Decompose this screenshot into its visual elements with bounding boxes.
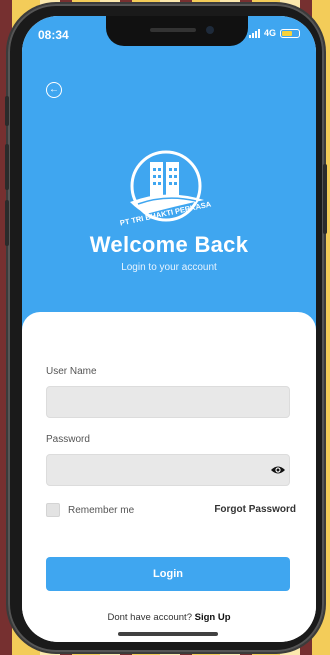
volume-up-button [5, 144, 9, 190]
eye-icon[interactable] [270, 464, 286, 476]
login-button[interactable]: Login [46, 557, 290, 591]
front-camera [206, 26, 214, 34]
battery-icon [280, 28, 300, 38]
power-button [323, 164, 327, 234]
remember-me-checkbox[interactable] [46, 503, 60, 517]
home-indicator [118, 632, 218, 636]
arrow-left-circle-icon[interactable]: ← [46, 82, 62, 98]
status-indicators: 4G [248, 28, 300, 38]
forgot-password-link[interactable]: Forgot Password [214, 504, 296, 515]
signup-row: Dont have account? Sign Up [22, 612, 316, 623]
status-time: 08:34 [38, 28, 69, 42]
header-area: 08:34 4G ← PT TRI BHAKTI PERKASA Welcome… [22, 16, 316, 356]
password-label: Password [46, 434, 90, 445]
speaker [150, 28, 196, 32]
app-screen: 08:34 4G ← PT TRI BHAKTI PERKASA Welcome… [22, 16, 316, 642]
username-input[interactable] [46, 386, 290, 418]
remember-me-label: Remember me [68, 504, 135, 516]
signup-link[interactable]: Sign Up [195, 612, 231, 623]
volume-down-button [5, 200, 9, 246]
password-input[interactable] [46, 454, 290, 486]
page-title: Welcome Back [89, 232, 249, 257]
notch [106, 16, 248, 46]
username-label: User Name [46, 366, 97, 377]
signup-prompt: Dont have account? [107, 612, 192, 623]
login-form-card: User Name Password Remember me Forgot Pa… [22, 312, 316, 642]
company-logo: PT TRI BHAKTI PERKASA [119, 150, 212, 228]
page-subtitle: Login to your account [121, 262, 217, 273]
signal-bars-icon [248, 28, 260, 38]
remember-me[interactable]: Remember me [46, 503, 134, 517]
network-type: 4G [263, 28, 276, 38]
mute-switch [5, 96, 9, 126]
